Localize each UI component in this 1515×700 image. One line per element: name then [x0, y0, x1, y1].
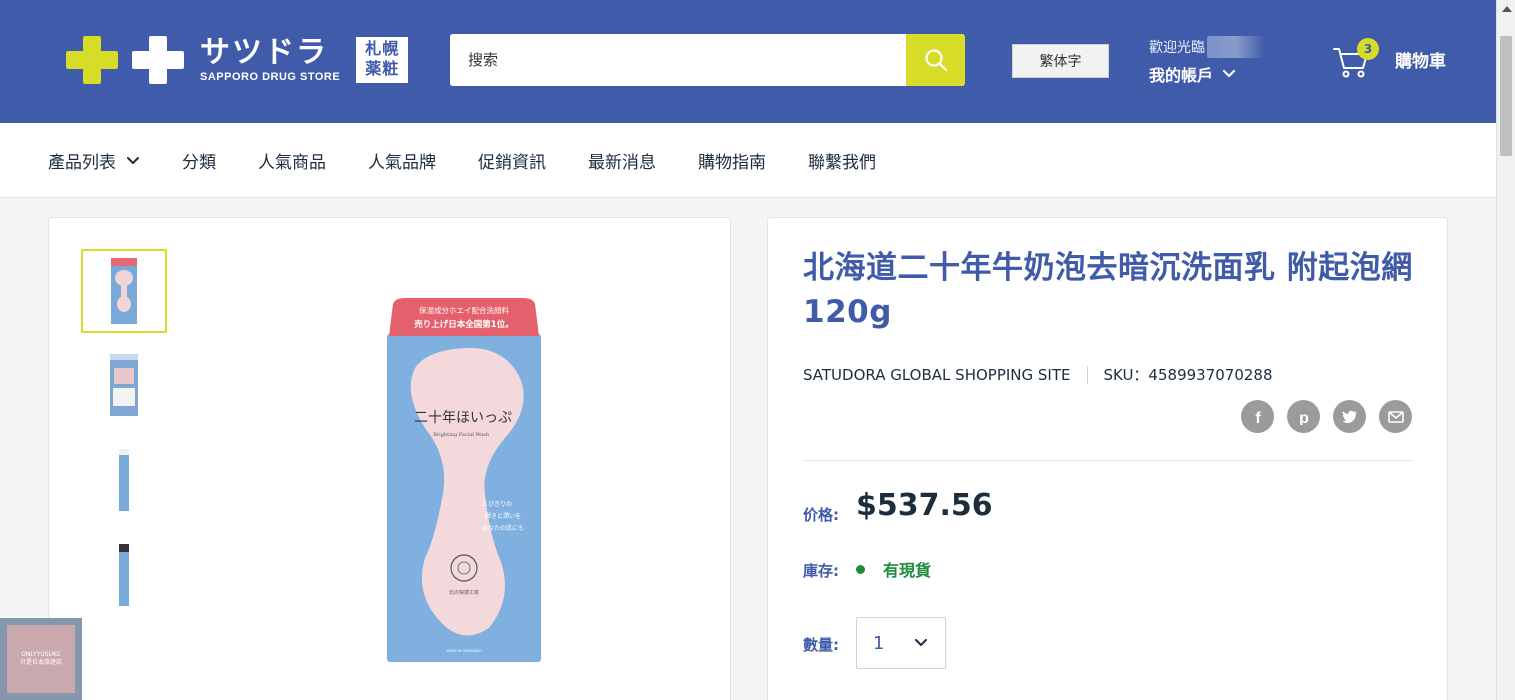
chevron-down-icon: [1222, 69, 1236, 78]
logo-badge-line1: 札幌: [365, 39, 400, 58]
share-facebook-button[interactable]: f: [1241, 400, 1274, 433]
share-twitter-button[interactable]: [1333, 400, 1366, 433]
site-logo[interactable]: サツドラ SAPPORO DRUG STORE 札幌 薬粧: [66, 35, 409, 84]
thumbnail-side[interactable]: [81, 343, 167, 427]
nav-item-popular-brands[interactable]: 人氣品牌: [368, 148, 436, 173]
logo-badge: 札幌 薬粧: [356, 37, 409, 83]
thumbnail-image: [110, 354, 138, 416]
logo-badge-line2: 薬粧: [365, 59, 400, 78]
welcome-label: 歡迎光臨: [1149, 40, 1205, 56]
logo-english: SAPPORO DRUG STORE: [200, 71, 341, 83]
product-title: 北海道二十年牛奶泡去暗沉洗面乳 附起泡網 120g: [803, 250, 1413, 330]
share-buttons: f p: [1241, 400, 1412, 433]
product-gallery: 保湿成分ホエイ配合洗顔料 売り上げ日本全国第1位。 二十年ほいっぷ Bright…: [48, 217, 731, 700]
language-switch-button[interactable]: 繁体字: [1012, 44, 1109, 78]
search-bar: [450, 34, 965, 86]
product-main-image: 保湿成分ホエイ配合洗顔料 売り上げ日本全国第1位。 二十年ほいっぷ Bright…: [387, 298, 541, 662]
cart-count-badge: 3: [1357, 38, 1379, 60]
stock-text: 有現貨: [883, 561, 932, 580]
my-account-label: 我的帳戶: [1149, 66, 1214, 85]
meta-divider: [1086, 365, 1088, 384]
quantity-value: 1: [873, 632, 885, 654]
white-cross-icon: [132, 36, 184, 84]
package-tagline-1: とびきりの: [482, 500, 512, 508]
package-banner-line1: 保湿成分ホエイ配合洗顔料: [419, 305, 509, 315]
scrollbar-thumb[interactable]: [1500, 36, 1512, 156]
package-made-in: MADE IN HOKKAIDO: [447, 649, 482, 653]
yellow-cross-icon: [66, 36, 118, 84]
thumbnail-edge[interactable]: [81, 438, 167, 522]
chevron-down-icon: [127, 156, 139, 164]
package-tagline-2: 輝きと潤いを: [485, 512, 521, 520]
email-icon: [1387, 410, 1404, 423]
twitter-icon: [1341, 410, 1357, 423]
product-info: 北海道二十年牛奶泡去暗沉洗面乳 附起泡網 120g SATUDORA GLOBA…: [767, 217, 1448, 700]
section-divider: [803, 460, 1413, 461]
nav-item-promotions[interactable]: 促銷資訊: [478, 148, 546, 173]
svg-text:p: p: [1299, 410, 1309, 425]
thumbnail-back-edge[interactable]: [81, 533, 167, 617]
search-input[interactable]: [450, 34, 906, 86]
nav-item-news[interactable]: 最新消息: [588, 148, 656, 173]
thumbnail-image: [119, 449, 129, 511]
cart-label: 購物車: [1395, 51, 1446, 72]
quantity-label: 數量:: [803, 636, 839, 654]
stock-status: 有現貨: [856, 557, 931, 581]
welcome-text: 歡迎光臨: [1149, 36, 1265, 58]
package-product-name: 二十年ほいっぷ: [414, 410, 512, 426]
watermark-line1: ONLYYUSUKE: [21, 651, 61, 658]
scroll-up-arrow-icon[interactable]: [1502, 6, 1512, 12]
account-menu[interactable]: 歡迎光臨 我的帳戶: [1149, 36, 1265, 86]
cart-icon: 3: [1333, 38, 1379, 78]
search-icon: [924, 49, 947, 72]
facebook-icon: f: [1255, 410, 1261, 425]
package-maker: 北の快適工房: [449, 589, 479, 596]
share-pinterest-button[interactable]: p: [1287, 400, 1320, 433]
pinterest-icon: p: [1299, 410, 1309, 425]
product-price: $537.56: [856, 488, 993, 523]
nav-item-products[interactable]: 產品列表: [48, 148, 140, 173]
quantity-select[interactable]: 1: [856, 617, 946, 669]
svg-text:f: f: [1255, 410, 1261, 425]
thumbnail-front[interactable]: [81, 249, 167, 333]
watermark-line2: 只是日本旅遊誌: [19, 659, 62, 666]
nav-item-categories[interactable]: 分類: [182, 148, 216, 173]
share-email-button[interactable]: [1379, 400, 1412, 433]
site-header: サツドラ SAPPORO DRUG STORE 札幌 薬粧 繁体字 歡迎光臨 我…: [0, 0, 1496, 123]
product-meta: SATUDORA GLOBAL SHOPPING SITE SKU：458993…: [803, 364, 1273, 385]
nav-item-label: 產品列表: [48, 152, 116, 173]
thumbnail-image: [119, 544, 129, 606]
vendor-link[interactable]: SATUDORA GLOBAL SHOPPING SITE: [803, 366, 1071, 384]
my-account-link[interactable]: 我的帳戶: [1149, 62, 1265, 86]
nav-item-shopping-guide[interactable]: 購物指南: [698, 148, 766, 173]
thumbnail-image: [111, 258, 137, 324]
sku: SKU：4589937070288: [1103, 366, 1273, 384]
logo-wordmark: サツドラ SAPPORO DRUG STORE: [200, 35, 341, 84]
stock-label: 庫存:: [803, 562, 839, 580]
nav-item-contact[interactable]: 聯繫我們: [808, 148, 876, 173]
watermark-badge: ONLYYUSUKE 只是日本旅遊誌: [0, 618, 82, 700]
username-redacted: [1207, 36, 1265, 58]
nav-item-popular-products[interactable]: 人氣商品: [258, 148, 326, 173]
package-banner-line2: 売り上げ日本全国第1位。: [413, 319, 513, 330]
in-stock-dot-icon: [856, 564, 865, 574]
watermark-logo: ONLYYUSUKE 只是日本旅遊誌: [7, 625, 75, 693]
chevron-down-icon: [915, 639, 927, 646]
search-button[interactable]: [906, 34, 965, 86]
cart-button[interactable]: 3 購物車: [1333, 38, 1446, 78]
main-navigation: 產品列表 分類 人氣商品 人氣品牌 促銷資訊 最新消息 購物指南 聯繫我們: [0, 123, 1496, 198]
package-tagline-3: あなたの肌にも: [482, 525, 524, 532]
page-scrollbar[interactable]: [1496, 0, 1515, 700]
package-product-name-en: Brighting Facial Wash: [433, 432, 490, 438]
logo-japanese: サツドラ: [200, 35, 328, 70]
price-label: 价格:: [803, 506, 839, 524]
